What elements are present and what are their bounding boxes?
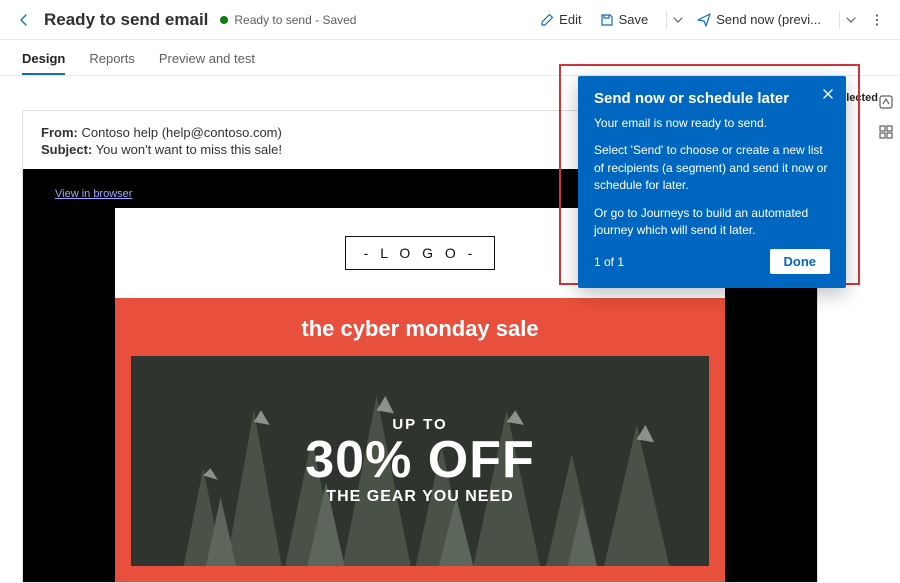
- save-label: Save: [619, 12, 649, 27]
- tab-reports[interactable]: Reports: [89, 51, 135, 74]
- save-button[interactable]: Save: [594, 8, 655, 31]
- status-dot-icon: [220, 16, 228, 24]
- send-split[interactable]: [833, 11, 858, 29]
- status-badge: Ready to send - Saved: [220, 13, 356, 27]
- subject-value: You won't want to miss this sale!: [96, 142, 282, 157]
- close-icon: [822, 88, 834, 100]
- back-button[interactable]: [10, 6, 38, 34]
- callout-p3: Or go to Journeys to build an automated …: [594, 205, 830, 240]
- command-bar: Ready to send email Ready to send - Save…: [0, 0, 900, 40]
- edit-icon: [540, 13, 554, 27]
- page-title: Ready to send email: [44, 10, 208, 30]
- hero-percent: 30% OFF: [305, 433, 535, 488]
- callout-done-button[interactable]: Done: [770, 249, 831, 274]
- teaching-callout: Send now or schedule later Your email is…: [578, 76, 846, 288]
- tab-design[interactable]: Design: [22, 51, 65, 74]
- view-in-browser-link[interactable]: View in browser: [55, 188, 132, 200]
- divider-icon: [666, 11, 667, 29]
- callout-p2: Select 'Send' to choose or create a new …: [594, 142, 830, 194]
- send-now-button[interactable]: Send now (previ...: [691, 8, 827, 31]
- edit-label: Edit: [559, 12, 581, 27]
- tabs: Design Reports Preview and test: [0, 40, 900, 76]
- sale-band: the cyber monday sale: [115, 298, 725, 582]
- divider-icon: [839, 11, 840, 29]
- edit-button[interactable]: Edit: [534, 8, 587, 31]
- callout-title: Send now or schedule later: [594, 90, 830, 107]
- save-split[interactable]: [660, 11, 685, 29]
- hero-tagline: THE GEAR YOU NEED: [305, 488, 535, 506]
- sale-title: the cyber monday sale: [131, 316, 709, 342]
- more-vertical-icon: [870, 13, 884, 27]
- command-bar-actions: Edit Save Send now (previ...: [534, 7, 890, 33]
- chevron-down-icon: [846, 15, 856, 25]
- callout-p1: Your email is now ready to send.: [594, 115, 830, 132]
- overflow-button[interactable]: [864, 7, 890, 33]
- from-label: From:: [41, 125, 78, 140]
- logo-placeholder: - L O G O -: [345, 236, 496, 270]
- send-icon: [697, 13, 711, 27]
- chevron-down-icon: [673, 15, 683, 25]
- tab-preview[interactable]: Preview and test: [159, 51, 255, 74]
- save-icon: [600, 13, 614, 27]
- hero-image: UP TO 30% OFF THE GEAR YOU NEED: [131, 356, 709, 566]
- from-value: Contoso help (help@contoso.com): [81, 125, 281, 140]
- status-text: Ready to send - Saved: [234, 13, 356, 27]
- callout-close-button[interactable]: [818, 84, 838, 104]
- subject-label: Subject:: [41, 142, 92, 157]
- send-label: Send now (previ...: [716, 12, 821, 27]
- callout-step: 1 of 1: [594, 255, 624, 269]
